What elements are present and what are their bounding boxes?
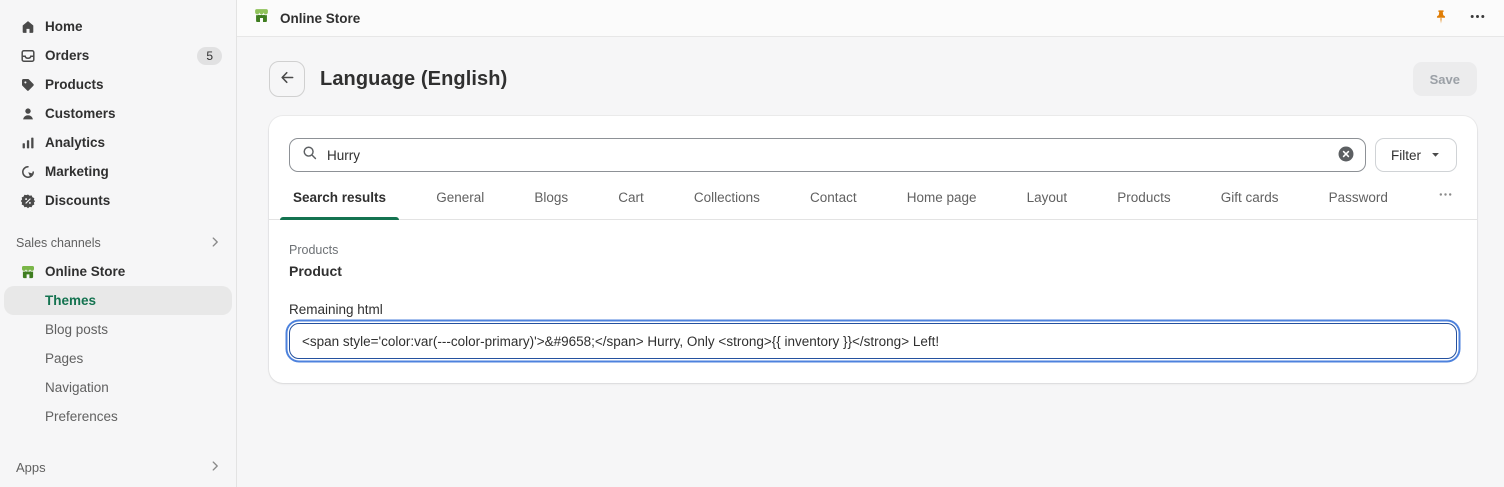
page-title: Language (English) [320, 68, 507, 91]
orders-icon [20, 48, 36, 64]
storefront-icon [20, 264, 36, 280]
tab-label: Cart [618, 190, 644, 205]
arrow-left-icon [278, 68, 297, 90]
group-label: Products [289, 243, 1457, 257]
chevron-right-icon [208, 459, 222, 476]
sidebar-item-label: Orders [45, 48, 188, 63]
tab-label: Search results [293, 190, 386, 205]
sidebar-item-label: Online Store [45, 264, 222, 279]
search-box [289, 138, 1366, 172]
translations-card: Filter Search results General Blogs Cart… [269, 116, 1477, 383]
caret-down-icon [1430, 148, 1441, 163]
filter-button-label: Filter [1391, 148, 1421, 163]
sidebar-item-label: Themes [45, 293, 96, 308]
apps-label: Apps [16, 460, 46, 475]
bar-chart-icon [20, 135, 36, 151]
card-body: Products Product Remaining html [269, 220, 1477, 383]
sidebar-item-label: Analytics [45, 135, 222, 150]
sidebar-item-navigation[interactable]: Navigation [4, 373, 232, 402]
sidebar-item-discounts[interactable]: Discounts [0, 186, 236, 215]
main-column: Online Store [237, 0, 1504, 487]
tab-label: Password [1329, 190, 1388, 205]
tab-label: Products [1117, 190, 1170, 205]
topbar-more-button[interactable] [1467, 6, 1488, 30]
filter-button[interactable]: Filter [1375, 138, 1457, 172]
sidebar-item-label: Discounts [45, 193, 222, 208]
group-title: Product [289, 263, 1457, 279]
target-cursor-icon [20, 164, 36, 180]
sidebar-item-home[interactable]: Home [0, 12, 236, 41]
sidebar-item-marketing[interactable]: Marketing [0, 157, 236, 186]
sidebar-item-customers[interactable]: Customers [0, 99, 236, 128]
sidebar-item-label: Preferences [45, 409, 118, 424]
chevron-right-icon [208, 235, 222, 252]
tab-layout[interactable]: Layout [1013, 175, 1082, 219]
tab-label: Collections [694, 190, 760, 205]
sidebar-item-label: Blog posts [45, 322, 108, 337]
topbar-actions [1431, 6, 1488, 30]
tab-gift-cards[interactable]: Gift cards [1207, 175, 1293, 219]
back-button[interactable] [269, 61, 305, 97]
sidebar-item-analytics[interactable]: Analytics [0, 128, 236, 157]
orders-count-badge: 5 [197, 47, 222, 65]
sidebar-item-label: Products [45, 77, 222, 92]
sidebar-section-apps[interactable]: Apps [0, 453, 236, 481]
tab-general[interactable]: General [422, 175, 498, 219]
person-icon [20, 106, 36, 122]
remaining-html-input[interactable] [289, 323, 1457, 359]
sidebar-item-themes[interactable]: Themes [4, 286, 232, 315]
search-icon [301, 144, 318, 166]
tab-label: Gift cards [1221, 190, 1279, 205]
sidebar-item-orders[interactable]: Orders 5 [0, 41, 236, 70]
tab-search-results[interactable]: Search results [279, 175, 400, 219]
sidebar-spacer [0, 431, 236, 453]
sidebar-section-sales-channels[interactable]: Sales channels [0, 229, 236, 257]
tab-label: Layout [1027, 190, 1068, 205]
tag-icon [20, 77, 36, 93]
clear-search-button[interactable] [1337, 145, 1355, 166]
more-horizontal-icon [1438, 187, 1453, 207]
sidebar-item-label: Navigation [45, 380, 109, 395]
topbar-title: Online Store [280, 11, 360, 26]
tabs-more-button[interactable] [1424, 175, 1467, 219]
tab-blogs[interactable]: Blogs [520, 175, 582, 219]
sidebar-item-label: Home [45, 19, 222, 34]
page-header: Language (English) Save [269, 61, 1477, 97]
sidebar-item-label: Pages [45, 351, 83, 366]
tab-label: Home page [907, 190, 977, 205]
storefront-icon [253, 7, 270, 29]
tab-cart[interactable]: Cart [604, 175, 658, 219]
sidebar-item-pages[interactable]: Pages [4, 344, 232, 373]
tab-home-page[interactable]: Home page [893, 175, 991, 219]
field-label: Remaining html [289, 302, 1457, 317]
tab-label: Contact [810, 190, 857, 205]
topbar: Online Store [237, 0, 1504, 37]
tab-products[interactable]: Products [1103, 175, 1184, 219]
clear-circle-icon [1337, 145, 1355, 166]
tab-label: Blogs [534, 190, 568, 205]
sidebar-item-blog-posts[interactable]: Blog posts [4, 315, 232, 344]
tab-bar: Search results General Blogs Cart Collec… [269, 175, 1477, 220]
page-content: Language (English) Save [237, 37, 1504, 487]
save-button[interactable]: Save [1413, 62, 1477, 96]
discount-badge-icon [20, 193, 36, 209]
sales-channels-label: Sales channels [16, 236, 101, 250]
search-input[interactable] [327, 148, 1328, 163]
sidebar-item-label: Marketing [45, 164, 222, 179]
more-horizontal-icon [1469, 8, 1486, 28]
app-root: Home Orders 5 Products Customers A [0, 0, 1504, 487]
sidebar-item-online-store[interactable]: Online Store [0, 257, 236, 286]
sidebar-item-preferences[interactable]: Preferences [4, 402, 232, 431]
search-row: Filter [269, 116, 1477, 172]
sidebar-item-label: Customers [45, 106, 222, 121]
pin-button[interactable] [1431, 7, 1451, 30]
tab-collections[interactable]: Collections [680, 175, 774, 219]
tab-label: General [436, 190, 484, 205]
tab-password[interactable]: Password [1315, 175, 1402, 219]
tab-contact[interactable]: Contact [796, 175, 871, 219]
sidebar: Home Orders 5 Products Customers A [0, 0, 237, 487]
pin-icon [1433, 9, 1449, 28]
sidebar-item-products[interactable]: Products [0, 70, 236, 99]
home-icon [20, 19, 36, 35]
